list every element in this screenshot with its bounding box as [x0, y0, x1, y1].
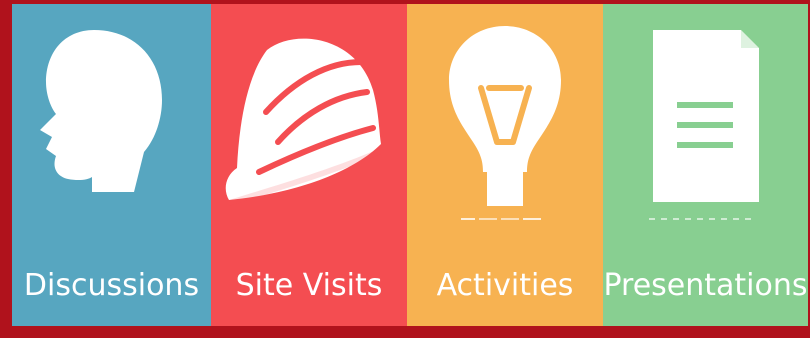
category-tiles: Discussions Site Visits Activities Prese… [12, 4, 808, 326]
site-visits-label: Site Visits [235, 268, 383, 303]
category-banner: Discussions Site Visits Activities Prese… [0, 0, 810, 338]
site-visits-tile[interactable]: Site Visits [211, 4, 407, 326]
document-icon [603, 4, 808, 244]
hard-hat-icon [211, 4, 407, 244]
discussions-label: Discussions [23, 268, 200, 303]
presentations-label: Presentations [603, 268, 808, 303]
discussions-tile[interactable]: Discussions [12, 4, 211, 326]
presentations-tile[interactable]: Presentations [603, 4, 808, 326]
head-icon [12, 4, 211, 244]
lightbulb-icon [407, 4, 603, 244]
activities-label: Activities [436, 268, 574, 303]
activities-tile[interactable]: Activities [407, 4, 603, 326]
